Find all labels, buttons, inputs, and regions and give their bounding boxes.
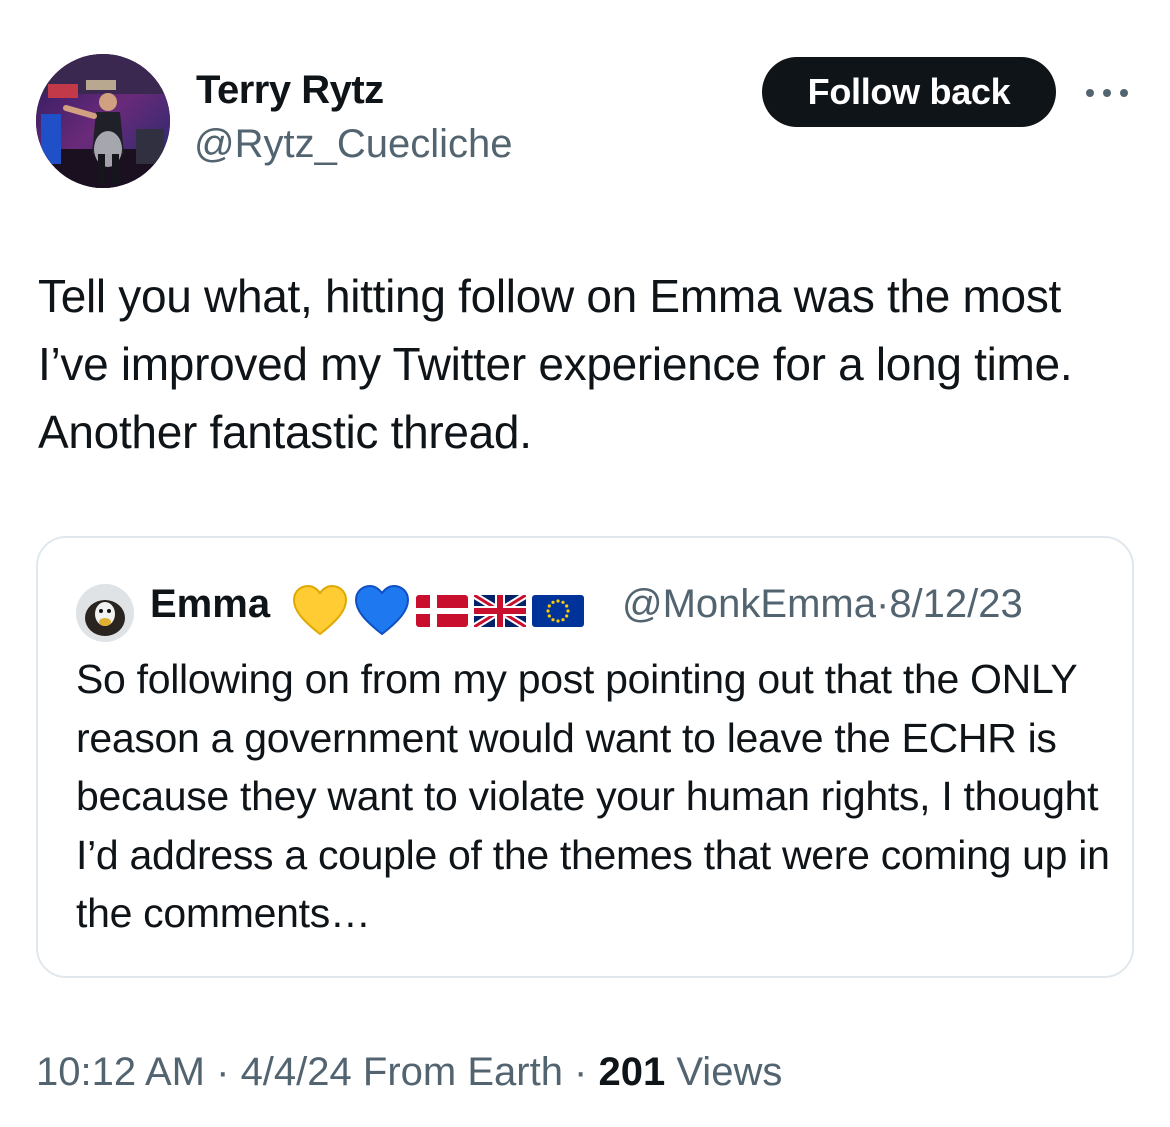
author-avatar[interactable] (36, 54, 170, 188)
flag-eu-icon (532, 595, 584, 627)
name-emoji-row (292, 578, 584, 644)
author-name[interactable]: Terry Rytz (196, 68, 384, 113)
quote-text: So following on from my post pointing ou… (76, 656, 1110, 936)
quote-date[interactable]: 8/12/23 (889, 582, 1022, 626)
views-count[interactable]: 201 (598, 1050, 665, 1094)
footer-separator: · (205, 1050, 241, 1094)
author-handle[interactable]: @Rytz_Cuecliche (194, 122, 513, 167)
follow-back-button[interactable]: Follow back (762, 57, 1056, 127)
footer-separator: · (562, 1050, 599, 1094)
profile-photo-icon (36, 54, 170, 188)
tweet-text: Tell you what, hitting follow on Emma wa… (38, 270, 1073, 458)
flag-uk-icon (474, 595, 526, 627)
meta-separator: · (875, 582, 890, 626)
more-options-button[interactable] (1082, 78, 1132, 108)
tweet-time[interactable]: 10:12 AM (36, 1050, 205, 1094)
more-horizontal-icon (1086, 89, 1128, 97)
views-label[interactable]: Views (665, 1050, 782, 1094)
tweet-date[interactable]: 4/4/24 (241, 1050, 352, 1094)
quote-author-avatar[interactable] (76, 584, 134, 642)
quote-author-name[interactable]: Emma (150, 582, 270, 627)
tweet-location: From Earth (351, 1050, 563, 1094)
quote-meta: @MonkEmma·8/12/23 (622, 582, 1023, 627)
quote-author-handle[interactable]: @MonkEmma (622, 582, 876, 626)
yellow-heart-icon (292, 584, 348, 636)
blue-heart-icon (354, 584, 410, 636)
quoted-tweet-card[interactable]: Emma @MonkEmma·8/12/23 So following on f… (36, 536, 1134, 978)
tweet-footer-meta: 10:12 AM · 4/4/24 From Earth · 201 Views (36, 1050, 782, 1095)
flag-denmark-icon (416, 595, 468, 627)
profile-photo-icon (76, 584, 134, 642)
